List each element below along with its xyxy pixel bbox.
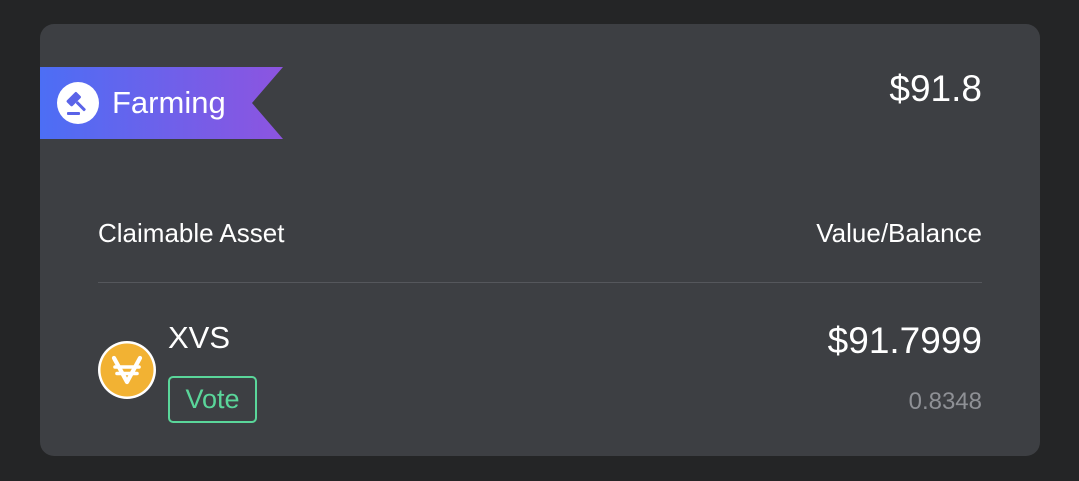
xvs-token-icon [98,341,156,399]
header-divider [98,282,982,283]
vote-badge[interactable]: Vote [168,376,257,423]
column-header-claimable-asset: Claimable Asset [98,218,285,248]
farming-ribbon: Farming [40,67,286,139]
farming-label: Farming [112,85,226,120]
total-value: $91.8 [889,68,982,109]
gavel-icon [57,82,99,124]
asset-value: $91.7999 [827,320,982,361]
asset-balance: 0.8348 [908,388,982,415]
asset-symbol: XVS [168,320,231,355]
column-header-value-balance: Value/Balance [816,218,982,248]
farming-card: Farming $91.8 Claimable Asset Value/Bala… [40,24,1040,456]
